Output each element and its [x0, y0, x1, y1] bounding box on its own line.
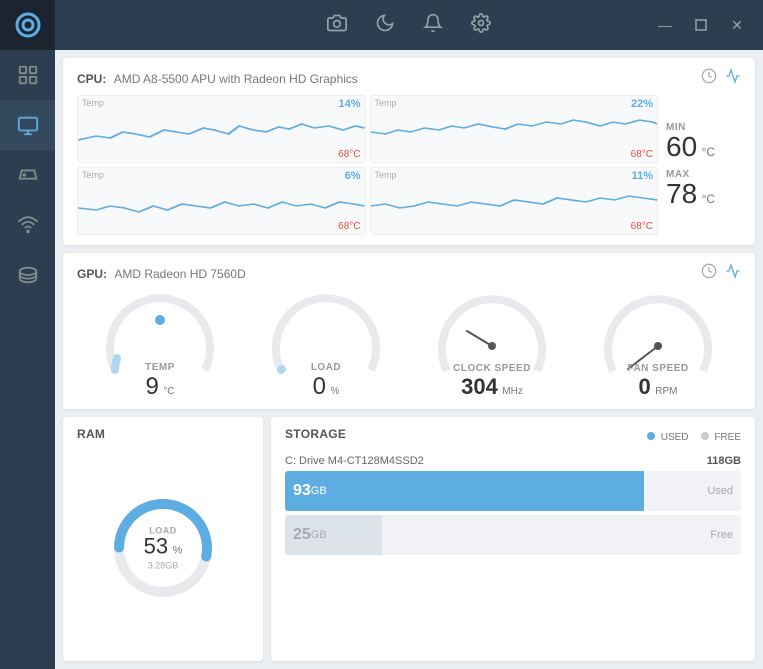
sidebar-item-dashboard[interactable] — [0, 50, 55, 100]
gpu-gauge-icon[interactable] — [701, 263, 717, 284]
free-bar-row: 25 GB Free — [285, 515, 741, 555]
bar-used-label-area: Used — [644, 471, 741, 511]
moon-icon[interactable] — [375, 13, 395, 38]
sidebar-item-monitor[interactable] — [0, 100, 55, 150]
sidebar-item-storage[interactable] — [0, 250, 55, 300]
bar-free-0: 25 GB — [285, 515, 382, 555]
cpu-temp-min: MIN 60 °C — [666, 122, 715, 161]
legend-used: USED — [647, 432, 689, 443]
logo[interactable] — [0, 0, 55, 50]
drive-header-0: C: Drive M4-CT128M4SSD2 118GB — [285, 455, 741, 467]
titlebar-controls — [327, 13, 491, 38]
legend-used-dot — [647, 432, 655, 440]
ram-donut: LOAD 53 % 3.28GB — [108, 493, 218, 603]
bottom-row: RAM LOAD 53 % 3.28GB — [63, 417, 755, 661]
cpu-icon-group — [701, 68, 741, 89]
drive-total-0: 118GB — [707, 455, 741, 467]
sidebar — [0, 0, 55, 669]
ram-donut-center: LOAD 53 % 3.28GB — [144, 526, 183, 571]
cpu-temp-info: MIN 60 °C MAX 78 °C — [666, 95, 741, 235]
gpu-clock-gauge: CLOCK SPEED 304 MHz — [437, 291, 547, 399]
minimize-button[interactable]: — — [649, 0, 681, 50]
gpu-load-gauge: LOAD 0 % — [271, 290, 381, 399]
gpu-wave-icon[interactable] — [725, 263, 741, 284]
cpu-graph-2: Temp 22% 68°C — [370, 95, 659, 163]
camera-icon[interactable] — [327, 13, 347, 38]
bar-used-0: 93 GB — [285, 471, 644, 511]
storage-section: STORAGE USED FREE — [271, 417, 755, 661]
legend-free: FREE — [701, 432, 741, 443]
content-area: CPU: AMD A8-5500 APU with Radeon HD Grap… — [55, 50, 763, 669]
bar-free-label-area: Free — [382, 515, 741, 555]
cpu-graph-1: Temp 14% 68°C — [77, 95, 366, 163]
cpu-graphs: Temp 14% 68°C Temp 22% 68 — [77, 95, 658, 235]
ram-body: LOAD 53 % 3.28GB — [77, 447, 249, 649]
ram-title: RAM — [77, 427, 249, 441]
gpu-title: GPU: AMD Radeon HD 7560D — [77, 267, 246, 281]
storage-title: STORAGE — [285, 427, 346, 441]
cpu-header: CPU: AMD A8-5500 APU with Radeon HD Grap… — [77, 68, 741, 89]
bell-icon[interactable] — [423, 13, 443, 38]
storage-legend: USED FREE — [647, 432, 741, 443]
cpu-body: Temp 14% 68°C Temp 22% 68 — [77, 95, 741, 235]
gpu-fan-gauge: FAN SPEED 0 RPM — [603, 291, 713, 399]
titlebar: — ✕ — [55, 0, 763, 50]
maximize-button[interactable] — [685, 0, 717, 50]
cpu-section: CPU: AMD A8-5500 APU with Radeon HD Grap… — [63, 58, 755, 245]
main-content: — ✕ CPU: AMD A8-5500 APU with Radeon HD … — [55, 0, 763, 669]
close-button[interactable]: ✕ — [721, 0, 753, 50]
cpu-wave-icon[interactable] — [725, 68, 741, 89]
cpu-gauge-icon[interactable] — [701, 68, 717, 89]
gpu-body: TEMP 9 °C LOAD — [77, 290, 741, 399]
gpu-temp-gauge: TEMP 9 °C — [105, 290, 215, 399]
sidebar-item-network[interactable] — [0, 200, 55, 250]
gpu-header: GPU: AMD Radeon HD 7560D — [77, 263, 741, 284]
cpu-graph-3: Temp 6% 68°C — [77, 167, 366, 235]
drive-name-0: C: Drive M4-CT128M4SSD2 — [285, 455, 424, 467]
gpu-section: GPU: AMD Radeon HD 7560D — [63, 253, 755, 409]
cpu-temp-max: MAX 78 °C — [666, 169, 715, 208]
cpu-graph-4: Temp 11% 68°C — [370, 167, 659, 235]
sidebar-item-gamepad[interactable] — [0, 150, 55, 200]
cpu-title: CPU: AMD A8-5500 APU with Radeon HD Grap… — [77, 72, 358, 86]
window-controls: — ✕ — [649, 0, 753, 50]
ram-section: RAM LOAD 53 % 3.28GB — [63, 417, 263, 661]
drive-row-0: C: Drive M4-CT128M4SSD2 118GB 93 GB Used — [285, 455, 741, 555]
legend-free-dot — [701, 432, 709, 440]
gear-icon[interactable] — [471, 13, 491, 38]
storage-header: STORAGE USED FREE — [285, 427, 741, 447]
used-bar-row: 93 GB Used — [285, 471, 741, 511]
